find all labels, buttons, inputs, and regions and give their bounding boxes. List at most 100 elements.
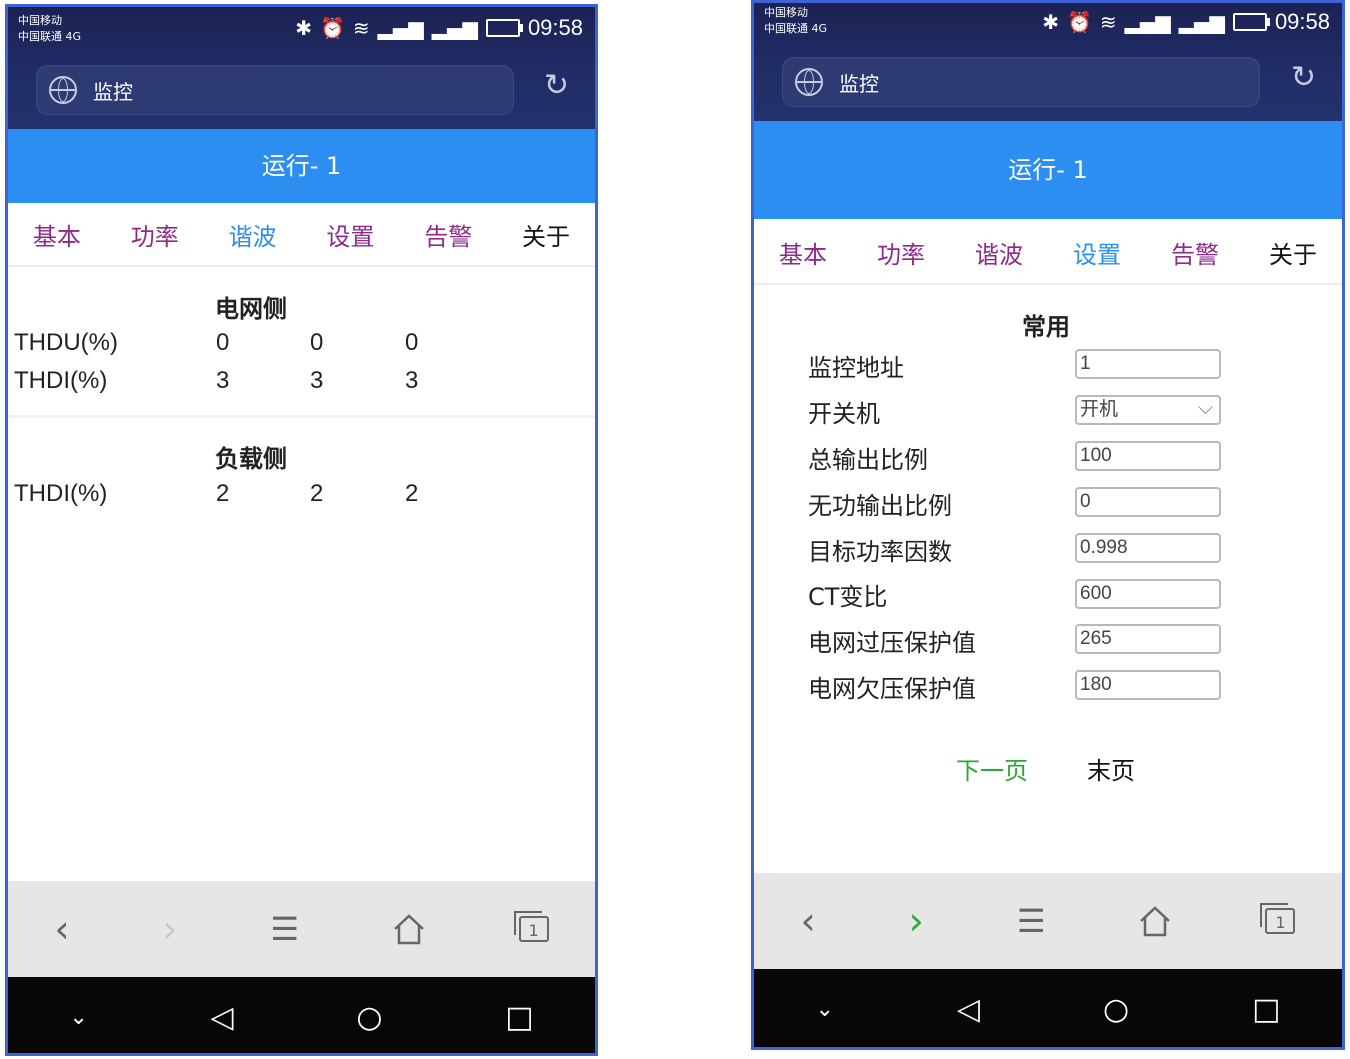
browser-bottom-nav: ‹ › ☰ 1	[754, 873, 1342, 969]
reload-icon[interactable]: ↻	[1291, 63, 1316, 93]
nav-back-icon[interactable]: ◁	[957, 992, 980, 1027]
field-label-power-switch: 开关机	[808, 400, 880, 428]
nav-back-icon[interactable]: ◁	[211, 1000, 234, 1035]
tab-basic[interactable]: 基本	[33, 217, 81, 252]
browser-toolbar: 监控 ↻	[754, 49, 1342, 121]
signal-icon: ▂▄▆	[1124, 10, 1171, 34]
field-label-overvoltage: 电网过压保护值	[808, 629, 976, 657]
forward-icon[interactable]: ›	[162, 907, 177, 951]
tab-about[interactable]: 关于	[1269, 235, 1317, 270]
system-nav-bar: ⌄ ◁ ○ □	[754, 969, 1342, 1047]
total-output-ratio-input[interactable]: 100	[1075, 441, 1221, 471]
browser-toolbar: 监控 ↻	[8, 57, 595, 129]
tabs-count-icon[interactable]: 1	[1260, 903, 1296, 934]
tab-settings[interactable]: 设置	[326, 217, 374, 252]
field-label-ct-ratio: CT变比	[808, 583, 888, 611]
section-divider	[8, 415, 595, 418]
power-switch-value: 开机	[1080, 399, 1119, 420]
status-bar: 中国移动 中国联通 4G ✱ ⏰ ≋ ▂▄▆ ▂▄▆ 09:58	[754, 3, 1342, 49]
tab-alarms[interactable]: 告警	[1171, 235, 1219, 270]
grid-thdi-value-c: 3	[405, 367, 419, 394]
tab-bar: 基本 功率 谐波 设置 告警 关于	[8, 203, 595, 267]
signal-4g-icon: ▂▄▆	[431, 16, 478, 40]
address-bar[interactable]: 监控	[36, 65, 514, 115]
monitor-address-input[interactable]: 1	[1075, 349, 1221, 379]
chevron-down-icon[interactable]: ⌄	[69, 1005, 87, 1030]
nav-recents-icon[interactable]: □	[505, 1000, 533, 1035]
field-label-target-power-factor: 目标功率因数	[808, 538, 952, 566]
nav-home-icon[interactable]: ○	[1103, 992, 1129, 1027]
menu-icon[interactable]: ☰	[1017, 902, 1046, 940]
home-icon[interactable]	[1138, 904, 1172, 938]
forward-icon[interactable]: ›	[909, 899, 924, 943]
status-bar: 中国移动 中国联通 4G ✱ ⏰ ≋ ▂▄▆ ▂▄▆ 09:58	[8, 7, 595, 57]
load-thdi-value-c: 2	[405, 480, 419, 507]
tab-alarms[interactable]: 告警	[424, 217, 472, 252]
field-label-reactive-output-ratio: 无功输出比例	[808, 492, 952, 520]
field-label-total-output-ratio: 总输出比例	[808, 446, 928, 474]
wifi-icon: ≋	[1099, 10, 1117, 34]
power-switch-select[interactable]: 开机	[1075, 395, 1221, 425]
tab-settings[interactable]: 设置	[1073, 235, 1121, 270]
globe-icon	[49, 76, 77, 104]
carrier-2: 中国联通 4G	[764, 22, 828, 35]
tab-power[interactable]: 功率	[877, 235, 925, 270]
thdu-label: THDU(%)	[14, 329, 118, 356]
field-label-monitor-address: 监控地址	[808, 354, 904, 382]
grid-thdi-label: THDI(%)	[14, 367, 108, 394]
thdu-value-c: 0	[405, 329, 419, 356]
back-icon[interactable]: ‹	[800, 899, 815, 943]
home-icon[interactable]	[392, 912, 426, 946]
tab-basic[interactable]: 基本	[779, 235, 827, 270]
tab-bar: 基本 功率 谐波 设置 告警 关于	[754, 221, 1342, 285]
carrier-1: 中国移动	[18, 14, 62, 27]
carrier-2: 中国联通 4G	[18, 30, 82, 43]
ct-ratio-input[interactable]: 600	[1075, 579, 1221, 609]
alarm-icon: ⏰	[319, 16, 345, 40]
next-page-link[interactable]: 下一页	[956, 751, 1028, 786]
grid-side-title: 电网侧	[215, 295, 287, 323]
section-title: 常用	[1022, 313, 1070, 341]
battery-icon	[485, 19, 523, 37]
nav-recents-icon[interactable]: □	[1252, 992, 1280, 1027]
load-side-title: 负载侧	[215, 445, 287, 473]
load-thdi-label: THDI(%)	[14, 480, 108, 507]
tab-harmonics[interactable]: 谐波	[229, 217, 277, 252]
wifi-icon: ≋	[352, 16, 370, 40]
undervoltage-input[interactable]: 180	[1075, 670, 1221, 700]
tab-about[interactable]: 关于	[522, 217, 570, 252]
tab-harmonics[interactable]: 谐波	[975, 235, 1023, 270]
carrier-1: 中国移动	[764, 6, 808, 19]
page-title: 运行- 1	[8, 129, 595, 203]
thdu-value-a: 0	[216, 329, 230, 356]
load-thdi-value-b: 2	[310, 480, 324, 507]
grid-thdi-value-b: 3	[310, 367, 324, 394]
bluetooth-icon: ✱	[295, 16, 312, 40]
phone-screen-settings: 中国移动 中国联通 4G ✱ ⏰ ≋ ▂▄▆ ▂▄▆ 09:58 监控 ↻ 运行…	[751, 0, 1345, 1050]
address-text: 监控	[93, 80, 133, 104]
tab-power[interactable]: 功率	[131, 217, 179, 252]
battery-icon	[1232, 13, 1270, 31]
signal-4g-icon: ▂▄▆	[1178, 10, 1225, 34]
address-bar[interactable]: 监控	[782, 57, 1260, 107]
grid-thdi-value-a: 3	[216, 367, 230, 394]
reactive-output-ratio-input[interactable]: 0	[1075, 487, 1221, 517]
phone-screen-harmonics: 中国移动 中国联通 4G ✱ ⏰ ≋ ▂▄▆ ▂▄▆ 09:58 监控 ↻ 运行…	[5, 4, 598, 1056]
browser-bottom-nav: ‹ › ☰ 1	[8, 881, 595, 977]
nav-home-icon[interactable]: ○	[356, 1000, 382, 1035]
globe-icon	[795, 68, 823, 96]
system-nav-bar: ⌄ ◁ ○ □	[8, 977, 595, 1053]
menu-icon[interactable]: ☰	[270, 910, 299, 948]
field-label-undervoltage: 电网欠压保护值	[808, 675, 976, 703]
thdu-value-b: 0	[310, 329, 324, 356]
page-title: 运行- 1	[754, 121, 1342, 219]
last-page-link[interactable]: 末页	[1087, 751, 1135, 786]
target-power-factor-input[interactable]: 0.998	[1075, 533, 1221, 563]
overvoltage-input[interactable]: 265	[1075, 624, 1221, 654]
tabs-count-icon[interactable]: 1	[513, 911, 549, 942]
chevron-down-icon[interactable]: ⌄	[815, 997, 833, 1022]
alarm-icon: ⏰	[1066, 10, 1092, 34]
load-thdi-value-a: 2	[216, 480, 230, 507]
reload-icon[interactable]: ↻	[544, 71, 569, 101]
back-icon[interactable]: ‹	[54, 907, 69, 951]
